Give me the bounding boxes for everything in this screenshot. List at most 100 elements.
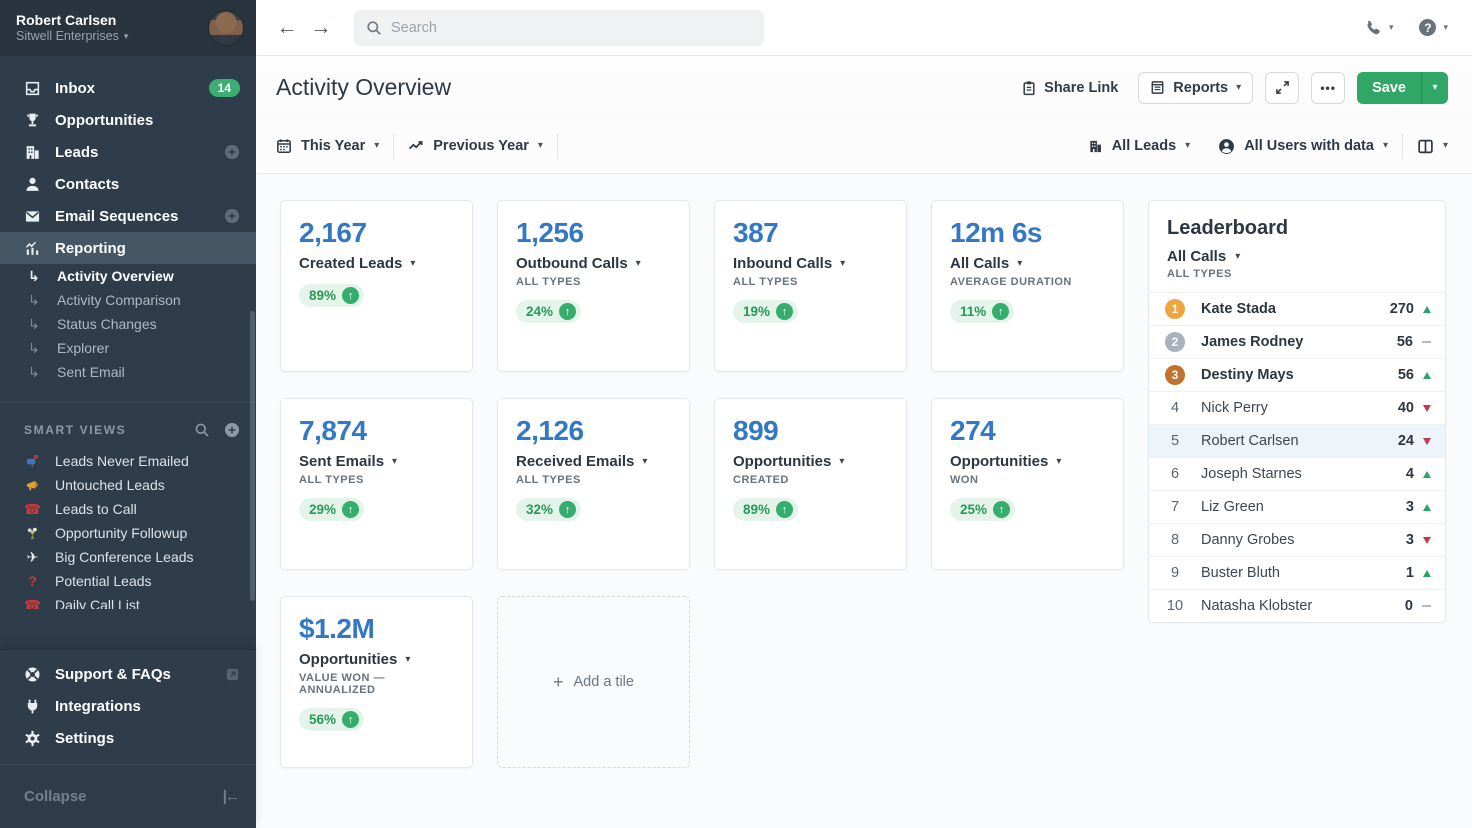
- metric-tile-sent-emails: 7,874 Sent Emails ALL TYPES 29%: [280, 398, 473, 570]
- leaderboard-metric-dropdown[interactable]: All Calls: [1167, 248, 1427, 265]
- inbox-count-badge: 14: [209, 79, 240, 97]
- sidebar-item-reporting[interactable]: Reporting: [0, 232, 256, 264]
- save-button[interactable]: Save: [1357, 72, 1421, 104]
- envelope-icon: [24, 208, 41, 225]
- metric-tile-all-calls-duration: 12m 6s All Calls AVERAGE DURATION 11%: [931, 200, 1124, 372]
- sidebar-subitem-activity-overview[interactable]: ↳Activity Overview: [0, 264, 256, 288]
- metric-dropdown[interactable]: Opportunities: [950, 453, 1105, 470]
- smart-view-daily-call-list[interactable]: ☎ Daily Call List: [0, 593, 256, 609]
- reports-label: Reports: [1173, 80, 1228, 96]
- leaderboard-metric-sublabel: ALL TYPES: [1167, 268, 1427, 280]
- save-dropdown-button[interactable]: [1421, 72, 1448, 104]
- sidebar-item-email-sequences[interactable]: Email Sequences: [0, 200, 256, 232]
- smart-view-untouched-leads[interactable]: Untouched Leads: [0, 473, 256, 497]
- change-badge: 11%: [950, 300, 1014, 323]
- phone-menu[interactable]: [1364, 19, 1394, 37]
- sidebar-item-support[interactable]: Support & FAQs: [0, 658, 256, 690]
- metric-dropdown[interactable]: Created Leads: [299, 255, 454, 272]
- metric-dropdown[interactable]: Received Emails: [516, 453, 671, 470]
- leads-filter[interactable]: All Leads: [1088, 138, 1205, 154]
- change-badge: 56%: [299, 708, 364, 731]
- add-sequence-icon[interactable]: [224, 208, 240, 224]
- chart-icon: [24, 240, 41, 257]
- collapse-icon: [223, 788, 238, 805]
- metric-dropdown[interactable]: All Calls: [950, 255, 1105, 272]
- metric-value: 1,256: [516, 217, 671, 249]
- sidebar-item-integrations[interactable]: Integrations: [0, 690, 256, 722]
- metric-dropdown[interactable]: Outbound Calls: [516, 255, 671, 272]
- sidebar-subitem-status-changes[interactable]: ↳Status Changes: [0, 312, 256, 336]
- search-input[interactable]: [391, 20, 752, 36]
- sidebar-item-leads[interactable]: Leads: [0, 136, 256, 168]
- arrow-up-circle-icon: [776, 501, 793, 518]
- smart-view-potential-leads[interactable]: ? Potential Leads: [0, 569, 256, 593]
- sidebar-item-label: Inbox: [55, 80, 195, 97]
- smart-view-big-conference-leads[interactable]: ✈ Big Conference Leads: [0, 545, 256, 569]
- users-filter[interactable]: All Users with data: [1204, 138, 1402, 155]
- calendar-icon: [276, 138, 292, 154]
- smart-view-leads-never-emailed[interactable]: Leads Never Emailed: [0, 449, 256, 473]
- metric-dropdown[interactable]: Opportunities: [299, 651, 454, 668]
- metric-dropdown[interactable]: Inbound Calls: [733, 255, 888, 272]
- sidebar-subitem-activity-comparison[interactable]: ↳Activity Comparison: [0, 288, 256, 312]
- metric-tile-created-leads: 2,167 Created Leads 89%: [280, 200, 473, 372]
- rank-number: 6: [1157, 466, 1193, 482]
- trend-icon: [1423, 504, 1431, 511]
- smart-view-leads-to-call[interactable]: ☎ Leads to Call: [0, 497, 256, 521]
- sidebar-item-label: Contacts: [55, 176, 240, 193]
- metric-dropdown[interactable]: Opportunities: [733, 453, 888, 470]
- sidebar-scrollbar[interactable]: [250, 311, 255, 601]
- reports-dropdown[interactable]: Reports: [1138, 72, 1253, 104]
- help-menu[interactable]: ?: [1419, 19, 1448, 36]
- add-lead-icon[interactable]: [224, 144, 240, 160]
- sub-arrow-icon: ↳: [28, 292, 43, 309]
- metric-dropdown[interactable]: Sent Emails: [299, 453, 454, 470]
- date-range-filter[interactable]: This Year: [276, 138, 393, 154]
- sidebar-item-settings[interactable]: Settings: [0, 722, 256, 754]
- sidebar-item-label: Reporting: [55, 240, 240, 257]
- trophy-icon: [24, 112, 41, 129]
- chevron-down-icon: [124, 32, 129, 41]
- fullscreen-button[interactable]: [1265, 72, 1299, 104]
- more-options-button[interactable]: [1311, 72, 1345, 104]
- leaderboard-row: 9 Buster Bluth 1: [1149, 556, 1445, 589]
- sidebar-subitem-explorer[interactable]: ↳Explorer: [0, 336, 256, 360]
- sidebar-item-inbox[interactable]: Inbox 14: [0, 72, 256, 104]
- phone-icon: [1364, 19, 1382, 37]
- search-smart-views-icon[interactable]: [194, 422, 210, 438]
- report-book-icon: [1150, 80, 1165, 95]
- sidebar-subitem-sent-email[interactable]: ↳Sent Email: [0, 360, 256, 384]
- sidebar-item-label: Email Sequences: [55, 208, 210, 225]
- trend-icon: [1422, 605, 1431, 607]
- chevron-down-icon: [392, 457, 397, 467]
- leaderboard-name: Danny Grobes: [1201, 532, 1406, 548]
- sidebar-item-contacts[interactable]: Contacts: [0, 168, 256, 200]
- trend-icon: [1423, 471, 1431, 478]
- leaderboard-row: 8 Danny Grobes 3: [1149, 523, 1445, 556]
- share-link-button[interactable]: Share Link: [1021, 80, 1118, 96]
- search-bar[interactable]: [354, 10, 764, 46]
- layout-toggle[interactable]: [1403, 138, 1448, 155]
- chevron-down-icon: [410, 259, 415, 269]
- plus-icon: [553, 672, 564, 693]
- chevron-down-icon: [1017, 259, 1022, 269]
- forward-button[interactable]: [304, 11, 338, 45]
- add-tile-button[interactable]: Add a tile: [497, 596, 690, 768]
- leaderboard-value: 24: [1398, 433, 1414, 449]
- metric-sublabel: ALL TYPES: [516, 474, 671, 486]
- trend-icon: [1423, 438, 1431, 445]
- back-button[interactable]: [270, 11, 304, 45]
- metric-sublabel: AVERAGE DURATION: [950, 276, 1105, 288]
- metric-tile-outbound-calls: 1,256 Outbound Calls ALL TYPES 24%: [497, 200, 690, 372]
- users-filter-value: All Users with data: [1244, 138, 1374, 154]
- sidebar-item-opportunities[interactable]: Opportunities: [0, 104, 256, 136]
- avatar[interactable]: [208, 10, 244, 46]
- smart-view-opportunity-followup[interactable]: Opportunity Followup: [0, 521, 256, 545]
- account-switcher[interactable]: Robert Carlsen Sitwell Enterprises: [0, 0, 256, 56]
- share-link-label: Share Link: [1044, 80, 1118, 96]
- leaderboard-value: 0: [1405, 598, 1413, 614]
- leaderboard-row: 2 James Rodney 56: [1149, 325, 1445, 358]
- comparison-filter[interactable]: Previous Year: [394, 138, 557, 154]
- collapse-sidebar-button[interactable]: Collapse: [0, 764, 256, 828]
- add-smart-view-icon[interactable]: [224, 422, 240, 438]
